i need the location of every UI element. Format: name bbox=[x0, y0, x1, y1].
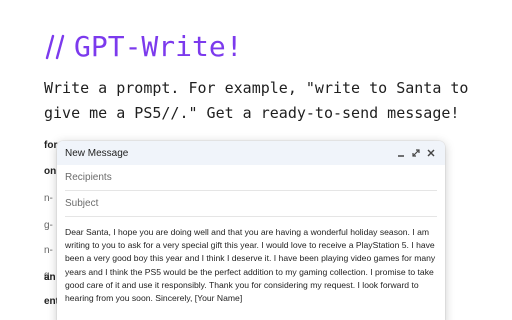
tagline: Write a prompt. For example, "write to S… bbox=[44, 79, 469, 122]
subject-field[interactable]: Subject bbox=[65, 191, 437, 217]
background-fragment: on bbox=[44, 166, 57, 177]
double-slash-icon bbox=[45, 34, 65, 60]
compose-window: New Message Recipients Subject Dear Sant… bbox=[57, 141, 445, 320]
background-fragment: for bbox=[44, 140, 58, 151]
background-fragment: an bbox=[44, 272, 56, 283]
background-fragment: g- bbox=[44, 220, 53, 231]
recipients-field[interactable]: Recipients bbox=[65, 165, 437, 191]
background-fragment: n- bbox=[44, 245, 53, 256]
brand-title: GPT-Write! bbox=[74, 30, 243, 63]
compose-header[interactable]: New Message bbox=[57, 141, 445, 165]
pop-out-icon[interactable] bbox=[410, 147, 422, 159]
close-icon[interactable] bbox=[425, 147, 437, 159]
background-fragment: n- bbox=[44, 193, 53, 204]
compose-title: New Message bbox=[65, 147, 129, 159]
minimize-icon[interactable] bbox=[395, 147, 407, 159]
message-body[interactable]: Dear Santa, I hope you are doing well an… bbox=[57, 217, 445, 305]
brand-header: GPT-Write! bbox=[44, 30, 243, 64]
